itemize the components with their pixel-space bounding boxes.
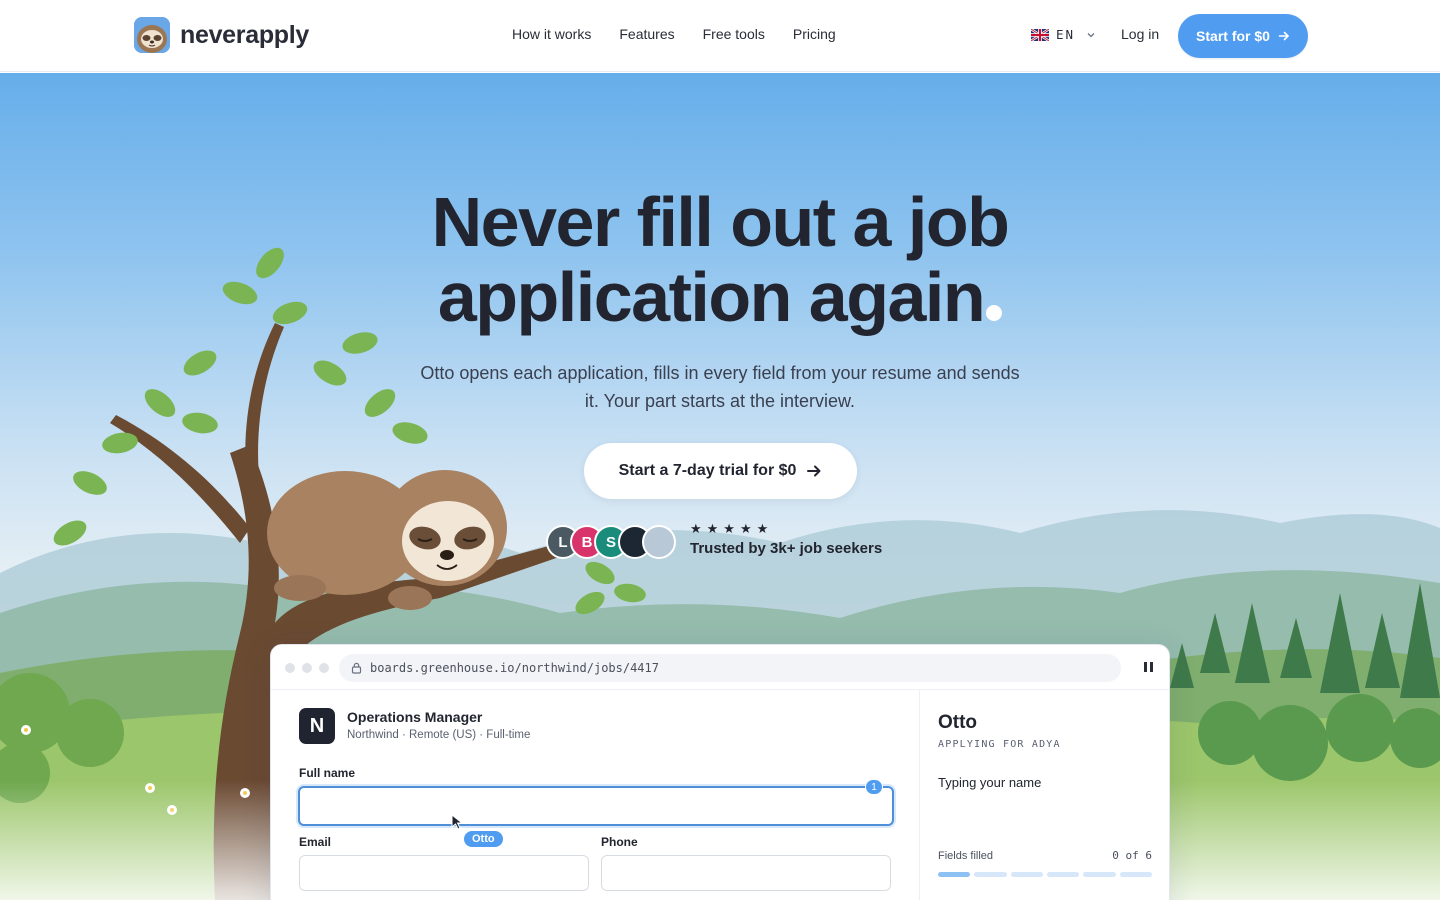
- start-trial-label: Start a 7-day trial for $0: [618, 462, 797, 479]
- sloth-face-icon: [134, 17, 170, 53]
- full-name-field[interactable]: [298, 786, 894, 826]
- avatar: [642, 525, 676, 559]
- user-avatars: LBS: [546, 525, 676, 559]
- star-rating: ★★★★★: [690, 521, 774, 536]
- email-field[interactable]: [299, 855, 589, 891]
- address-bar[interactable]: boards.greenhouse.io/northwind/jobs/4417: [339, 654, 1121, 682]
- agent-status: Typing your name: [938, 775, 1042, 790]
- window-dots: [285, 663, 329, 673]
- nav-pricing[interactable]: Pricing: [793, 26, 836, 42]
- hero-section: Never fill out a job application again O…: [0, 73, 1440, 900]
- chevron-down-icon: [1087, 32, 1095, 37]
- headline-line-2: application again: [437, 258, 986, 336]
- nav-features[interactable]: Features: [619, 26, 674, 42]
- arrow-right-icon: [1278, 31, 1290, 41]
- company-logo: N: [299, 708, 335, 744]
- language-selector[interactable]: EN: [1031, 27, 1096, 42]
- hero-headline: Never fill out a job application again: [0, 185, 1440, 335]
- login-link[interactable]: Log in: [1121, 26, 1159, 42]
- fields-filled-label: Fields filled: [938, 850, 994, 862]
- phone-field[interactable]: [601, 855, 891, 891]
- fields-progress-bar: [938, 872, 1152, 877]
- brand-logo[interactable]: neverapply: [134, 17, 309, 53]
- job-title: Operations Manager: [347, 709, 483, 725]
- start-free-label: Start for $0: [1196, 28, 1270, 44]
- agent-name: Otto: [938, 712, 978, 733]
- nav-free-tools[interactable]: Free tools: [703, 26, 765, 42]
- progress-segment: [938, 872, 971, 877]
- progress-segment: [1010, 872, 1043, 877]
- arrow-right-icon: [807, 465, 821, 477]
- hero-subtitle: Otto opens each application, fills in ev…: [420, 363, 1020, 411]
- full-name-label: Full name: [299, 766, 356, 780]
- lock-icon: [351, 662, 362, 674]
- nav-links: How it works Features Free tools Pricing: [512, 26, 836, 42]
- uk-flag-icon: [1031, 28, 1049, 41]
- progress-segment: [974, 872, 1007, 877]
- pause-icon[interactable]: [1144, 662, 1153, 672]
- top-nav: neverapply How it works Features Free to…: [0, 0, 1440, 72]
- start-trial-button[interactable]: Start a 7-day trial for $0: [584, 443, 857, 499]
- language-code: EN: [1056, 27, 1076, 42]
- phone-label: Phone: [601, 835, 638, 849]
- step-badge: 1: [865, 779, 883, 795]
- browser-bar: boards.greenhouse.io/northwind/jobs/4417: [271, 645, 1169, 690]
- cursor-icon: [451, 814, 464, 830]
- nav-how-it-works[interactable]: How it works: [512, 26, 591, 42]
- start-free-button[interactable]: Start for $0: [1178, 14, 1308, 58]
- application-form: N Operations Manager Northwind · Remote …: [271, 690, 920, 900]
- job-meta: Northwind · Remote (US) · Full-time: [347, 729, 531, 741]
- email-label: Email: [299, 835, 332, 849]
- agent-side-panel: Otto APPLYING FOR ADYA Typing your name …: [920, 690, 1169, 900]
- url-text: boards.greenhouse.io/northwind/jobs/4417: [370, 661, 659, 675]
- otto-cursor-tag: Otto: [464, 831, 503, 847]
- headline-line-1: Never fill out a job: [431, 183, 1010, 261]
- rating-block: ★★★★★ Trusted by 3k+ job seekers: [690, 521, 882, 557]
- applying-for: APPLYING FOR ADYA: [938, 739, 1061, 750]
- progress-segment: [1046, 872, 1080, 877]
- progress-segment: [1083, 872, 1116, 877]
- headline-dot: [986, 305, 1003, 321]
- brand-name: neverapply: [180, 20, 310, 49]
- progress-segment: [1119, 872, 1152, 877]
- fields-filled-count: 0 of 6: [1112, 849, 1152, 862]
- trust-text: Trusted by 3k+ job seekers: [690, 540, 883, 557]
- app-demo-window: boards.greenhouse.io/northwind/jobs/4417…: [270, 644, 1170, 900]
